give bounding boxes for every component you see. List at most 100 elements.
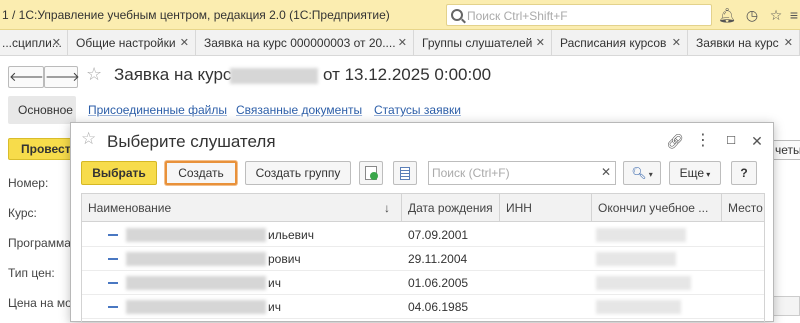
tab-label: Расписания курсов <box>560 36 667 50</box>
dialog-title: Выберите слушателя <box>107 132 276 151</box>
global-search-input[interactable]: Поиск Ctrl+Shift+F <box>446 4 712 26</box>
close-icon[interactable]: ✕ <box>672 30 681 56</box>
tab-general-settings[interactable]: Общие настройки ✕ <box>68 30 196 56</box>
search-icon <box>451 9 463 21</box>
list-icon <box>400 167 410 180</box>
column-header-inn[interactable]: ИНН <box>500 194 592 222</box>
table-row[interactable]: ич 01.06.2005 <box>82 271 764 295</box>
form-scroll-fragment[interactable] <box>770 296 800 316</box>
sort-arrow-icon: ↓ <box>384 201 390 215</box>
list-view-button[interactable] <box>393 161 417 185</box>
forward-button[interactable]: 🡒 <box>44 66 80 88</box>
name-cell: ич <box>268 276 281 290</box>
close-icon[interactable]: ✕ <box>52 30 61 56</box>
post-button[interactable]: Провест <box>8 138 72 160</box>
name-cell: ич <box>268 300 281 314</box>
blurred-education <box>596 228 686 242</box>
tab-student-groups[interactable]: Группы слушателей ✕ <box>414 30 552 56</box>
tab-label: Заявки на курс <box>696 36 779 50</box>
app-title: 1 / 1С:Управление учебным центром, редак… <box>2 8 390 22</box>
blurred-education <box>596 276 691 290</box>
blurred-education <box>596 252 676 266</box>
star-icon[interactable]: ☆ <box>767 6 785 24</box>
create-group-button[interactable]: Создать группу <box>245 161 351 185</box>
blurred-name <box>126 252 266 266</box>
column-header-name[interactable]: Наименование ↓ <box>82 194 402 222</box>
item-marker-icon <box>108 258 118 260</box>
close-icon[interactable]: ✕ <box>747 131 767 151</box>
clear-icon[interactable]: ✕ <box>601 165 611 179</box>
maximize-icon[interactable]: ☐ <box>721 131 741 151</box>
tab-course-requests[interactable]: Заявки на курс ✕ <box>688 30 800 56</box>
close-icon[interactable]: ✕ <box>784 30 793 56</box>
close-icon[interactable]: ✕ <box>536 30 545 56</box>
tab-label: Общие настройки <box>76 36 176 50</box>
blurred-education <box>596 300 681 314</box>
chevron-down-icon: ▾ <box>704 170 711 179</box>
close-icon[interactable]: ✕ <box>180 30 189 56</box>
favorite-star-icon[interactable]: ☆ <box>81 129 96 149</box>
subtab-main[interactable]: Основное <box>8 96 76 124</box>
app-titlebar: 1 / 1С:Управление учебным центром, редак… <box>0 0 800 30</box>
tab-disciplines[interactable]: ...сципли... ✕ <box>0 30 68 56</box>
dialog-search-input[interactable]: Поиск (Ctrl+F) ✕ <box>428 161 616 185</box>
column-header-place[interactable]: Место <box>722 194 764 222</box>
blurred-number <box>230 68 318 84</box>
dialog-search-placeholder: Поиск (Ctrl+F) <box>432 166 510 180</box>
arrow-left-icon: 🡐 <box>9 69 44 84</box>
table-row[interactable]: ильевич 07.09.2001 <box>82 223 764 247</box>
tab-course-request[interactable]: Заявка на курс 000000003 от 20.... ✕ <box>196 30 414 56</box>
number-label: Номер: <box>8 176 49 190</box>
history-icon[interactable]: ◷ <box>743 6 761 24</box>
chevron-down-icon: ▾ <box>646 170 653 179</box>
birth-date-cell: 29.11.2004 <box>408 252 468 266</box>
reports-button[interactable]: четы <box>770 140 800 160</box>
form-title: Заявка на курс <box>114 65 232 84</box>
favorite-star-icon[interactable]: ☆ <box>86 64 102 85</box>
column-header-birth-date[interactable]: Дата рождения <box>402 194 500 222</box>
create-button[interactable]: Создать <box>165 161 237 185</box>
more-button[interactable]: Еще ▾ <box>669 161 721 185</box>
birth-date-cell: 07.09.2001 <box>408 228 469 242</box>
close-icon[interactable]: ✕ <box>398 30 407 56</box>
subtab-related-documents[interactable]: Связанные документы <box>236 103 362 117</box>
back-button[interactable]: 🡐 <box>8 66 44 88</box>
item-marker-icon <box>108 282 118 284</box>
blurred-name <box>126 276 266 290</box>
open-windows-tabs: ...сципли... ✕ Общие настройки ✕ Заявка на… <box>0 30 800 56</box>
tab-label: Заявка на курс 000000003 от 20.... <box>204 36 396 50</box>
tab-course-schedules[interactable]: Расписания курсов ✕ <box>552 30 688 56</box>
blurred-name <box>126 228 266 242</box>
name-cell: рович <box>268 252 301 266</box>
table-row[interactable]: рович 29.11.2004 <box>82 247 764 271</box>
birth-date-cell: 01.06.2005 <box>408 276 469 290</box>
more-actions-icon[interactable]: ⋮ <box>693 131 713 151</box>
subtab-request-statuses[interactable]: Статусы заявки <box>374 103 461 117</box>
column-header-education[interactable]: Окончил учебное ... <box>592 194 722 222</box>
form-title-date: от 13.12.2025 0:00:00 <box>323 65 492 84</box>
item-marker-icon <box>108 234 118 236</box>
item-marker-icon <box>108 306 118 308</box>
tab-label: Группы слушателей <box>422 36 533 50</box>
column-header-label: Наименование <box>88 201 172 215</box>
search-button[interactable]: 🔍︎ ▾ <box>623 161 661 185</box>
select-student-dialog: ☆ Выберите слушателя 🔗︎ ⋮ ☐ ✕ Выбрать Со… <box>70 122 774 323</box>
document-add-icon <box>365 166 378 180</box>
price-type-label: Тип цен: <box>8 266 55 280</box>
blurred-name <box>126 300 266 314</box>
bell-icon[interactable]: 🔔︎ <box>718 6 736 24</box>
search-icon: 🔍︎ <box>631 166 647 180</box>
more-label: Еще <box>679 166 705 180</box>
select-button[interactable]: Выбрать <box>81 161 157 185</box>
arrow-right-icon: 🡒 <box>45 69 80 84</box>
students-table: Наименование ↓ Дата рождения ИНН Окончил… <box>81 193 765 323</box>
birth-date-cell: 04.06.1985 <box>408 300 469 314</box>
program-label: Программа <box>8 236 71 250</box>
link-icon[interactable]: 🔗︎ <box>665 131 685 151</box>
help-button[interactable]: ? <box>731 161 757 185</box>
subtab-attached-files[interactable]: Присоединенные файлы <box>88 103 227 117</box>
table-row[interactable]: ич 04.06.1985 <box>82 295 764 319</box>
menu-icon[interactable]: ≡ <box>788 6 800 24</box>
add-from-file-button[interactable] <box>359 161 383 185</box>
course-label: Курс: <box>8 206 37 220</box>
